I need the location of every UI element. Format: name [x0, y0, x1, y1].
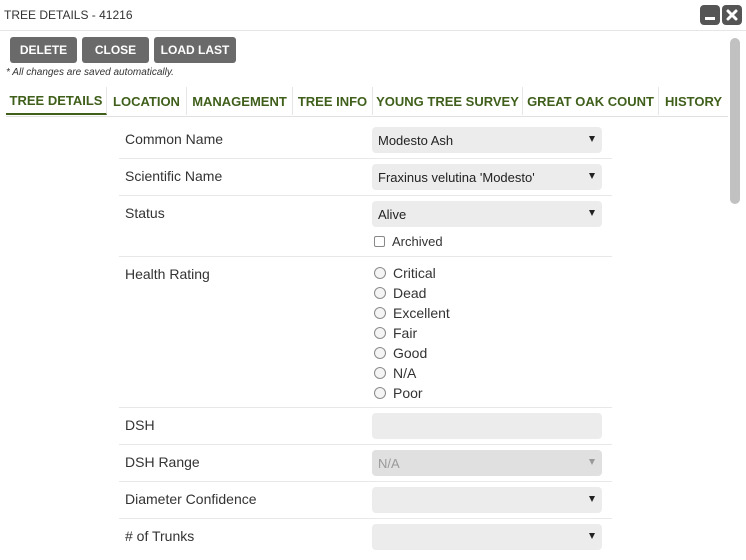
common-name-row: Common Name Modesto Ash: [119, 120, 612, 159]
health-option-fair[interactable]: Fair: [374, 325, 417, 341]
archived-label: Archived: [392, 234, 443, 249]
num-trunks-label: # of Trunks: [125, 528, 195, 544]
dsh-range-select: N/A: [372, 450, 602, 476]
chevron-down-icon: [589, 533, 595, 539]
health-option-poor[interactable]: Poor: [374, 385, 423, 401]
tab-location[interactable]: LOCATION: [107, 87, 187, 115]
chevron-down-icon: [589, 136, 595, 142]
close-button[interactable]: CLOSE: [82, 37, 149, 63]
common-name-select[interactable]: Modesto Ash: [372, 127, 602, 153]
close-window-button[interactable]: [722, 5, 742, 25]
scrollbar-thumb[interactable]: [730, 38, 740, 204]
window-titlebar: TREE DETAILS - 41216: [0, 0, 746, 31]
common-name-label: Common Name: [125, 131, 224, 147]
health-rating-label: Health Rating: [125, 266, 210, 282]
status-label: Status: [125, 205, 165, 221]
archived-checkbox[interactable]: Archived: [374, 234, 443, 249]
radio-button[interactable]: [374, 267, 386, 279]
diameter-confidence-label: Diameter Confidence: [125, 491, 257, 507]
scientific-name-row: Scientific Name Fraxinus velutina 'Modes…: [119, 158, 612, 196]
num-trunks-select[interactable]: [372, 524, 602, 550]
tab-young-tree-survey[interactable]: YOUNG TREE SURVEY: [373, 87, 523, 115]
tab-management[interactable]: MANAGEMENT: [187, 87, 293, 115]
radio-button[interactable]: [374, 387, 386, 399]
health-option-label: Excellent: [393, 305, 450, 321]
radio-button[interactable]: [374, 287, 386, 299]
tab-history[interactable]: HISTORY: [659, 87, 728, 115]
tab-great-oak-count[interactable]: GREAT OAK COUNT: [523, 87, 659, 115]
diameter-confidence-row: Diameter Confidence: [119, 481, 612, 519]
health-option-label: Poor: [393, 385, 423, 401]
health-option-critical[interactable]: Critical: [374, 265, 436, 281]
tab-bar: TREE DETAILS LOCATION MANAGEMENT TREE IN…: [6, 87, 728, 117]
dsh-row: DSH: [119, 407, 612, 445]
minimize-button[interactable]: [700, 5, 720, 25]
minimize-icon: [705, 17, 715, 20]
chevron-down-icon: [589, 496, 595, 502]
checkbox-box[interactable]: [374, 236, 385, 247]
radio-button[interactable]: [374, 367, 386, 379]
tab-tree-details[interactable]: TREE DETAILS: [6, 87, 107, 115]
health-option-label: N/A: [393, 365, 417, 381]
dsh-input[interactable]: [372, 413, 602, 439]
dsh-range-label: DSH Range: [125, 454, 200, 470]
window-title: TREE DETAILS - 41216: [4, 8, 133, 22]
vertical-scrollbar[interactable]: [729, 36, 742, 556]
radio-button[interactable]: [374, 307, 386, 319]
dsh-range-value: N/A: [378, 455, 400, 471]
health-option-dead[interactable]: Dead: [374, 285, 426, 301]
radio-button[interactable]: [374, 347, 386, 359]
health-option-label: Critical: [393, 265, 436, 281]
radio-button[interactable]: [374, 327, 386, 339]
dsh-range-row: DSH Range N/A: [119, 444, 612, 482]
close-icon: [726, 9, 738, 21]
tab-tree-info[interactable]: TREE INFO: [293, 87, 373, 115]
scientific-name-value: Fraxinus velutina 'Modesto': [378, 169, 535, 185]
diameter-confidence-select[interactable]: [372, 487, 602, 513]
status-select[interactable]: Alive: [372, 201, 602, 227]
chevron-down-icon: [589, 210, 595, 216]
common-name-value: Modesto Ash: [378, 132, 454, 148]
health-option-good[interactable]: Good: [374, 345, 427, 361]
health-option-excellent[interactable]: Excellent: [374, 305, 450, 321]
load-last-button[interactable]: LOAD LAST: [154, 37, 236, 63]
chevron-down-icon: [589, 173, 595, 179]
num-trunks-row: # of Trunks: [119, 518, 612, 555]
scientific-name-label: Scientific Name: [125, 168, 223, 184]
status-value: Alive: [378, 206, 407, 222]
scientific-name-select[interactable]: Fraxinus velutina 'Modesto': [372, 164, 602, 190]
health-option-label: Good: [393, 345, 428, 361]
status-row: Status Alive Archived: [119, 195, 612, 257]
dsh-label: DSH: [125, 417, 155, 433]
delete-button[interactable]: DELETE: [10, 37, 77, 63]
chevron-down-icon: [589, 459, 595, 465]
autosave-note: * All changes are saved automatically.: [6, 67, 174, 78]
health-option-label: Fair: [393, 325, 418, 341]
health-option-label: Dead: [393, 285, 427, 301]
health-rating-row: Health Rating Critical Dead Excellent Fa…: [119, 256, 612, 408]
health-option-na[interactable]: N/A: [374, 365, 416, 381]
